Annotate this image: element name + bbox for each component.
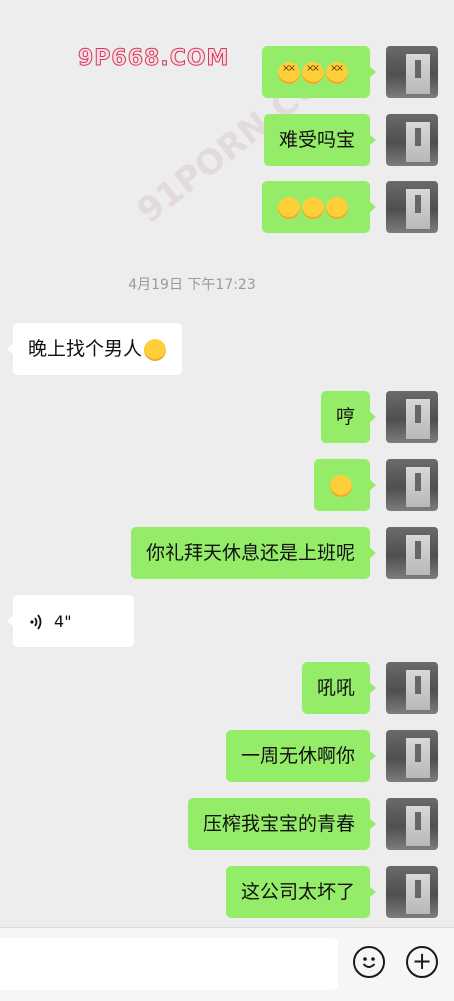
dizzy-face-emoji (326, 61, 348, 84)
voice-duration: 4" (54, 612, 72, 631)
message-text: 吼吼 (316, 677, 355, 699)
avatar[interactable] (386, 798, 438, 850)
avatar[interactable] (386, 391, 438, 443)
hand-over-mouth-emoji (302, 196, 324, 219)
avatar[interactable] (386, 181, 438, 233)
message-text: 哼 (335, 406, 355, 428)
smiley-icon[interactable] (353, 946, 385, 978)
input-bar: + (0, 927, 454, 1001)
plus-icon[interactable]: + (406, 946, 438, 978)
voice-wave-icon (30, 613, 42, 630)
message-bubble[interactable]: 一周无休啊你 (225, 730, 377, 782)
avatar[interactable] (386, 730, 438, 782)
message-text: 一周无休啊你 (240, 745, 355, 767)
timestamp: 4月19日 下午17:23 (128, 277, 256, 293)
dizzy-face-emoji (278, 61, 300, 84)
dizzy-face-emoji (302, 61, 324, 84)
message-bubble[interactable] (262, 181, 376, 233)
voice-message-bubble[interactable]: 4" (7, 595, 134, 647)
hand-over-mouth-emoji (326, 196, 348, 219)
message-bubble[interactable]: 压榨我宝宝的青春 (187, 798, 377, 850)
avatar[interactable] (386, 114, 438, 166)
avatar[interactable] (386, 866, 438, 918)
message-text: 难受吗宝 (278, 129, 355, 151)
message-bubble[interactable]: 这公司太坏了 (225, 866, 377, 918)
hand-over-mouth-emoji (278, 196, 300, 219)
message-text: 晚上找个男人 (28, 338, 143, 360)
avatar[interactable] (386, 46, 438, 98)
message-bubble[interactable]: 吼吼 (301, 662, 377, 714)
avatar[interactable] (386, 662, 438, 714)
message-text: 你礼拜天休息还是上班呢 (145, 542, 355, 564)
unamused-face-emoji (144, 338, 167, 361)
message-bubble[interactable]: 你礼拜天休息还是上班呢 (130, 527, 377, 579)
message-text: 压榨我宝宝的青春 (202, 813, 355, 835)
message-bubble[interactable] (262, 46, 376, 98)
avatar[interactable] (386, 527, 438, 579)
message-bubble[interactable]: 哼 (320, 391, 377, 443)
message-bubble[interactable]: 难受吗宝 (263, 114, 377, 166)
watermark-logo: 9P668.COM (77, 46, 230, 72)
message-bubble[interactable]: 晚上找个男人 (6, 323, 183, 375)
message-bubble[interactable] (314, 459, 376, 511)
avatar[interactable] (386, 459, 438, 511)
message-input[interactable] (0, 938, 338, 990)
message-text: 这公司太坏了 (240, 881, 355, 903)
confused-face-emoji (330, 474, 352, 497)
